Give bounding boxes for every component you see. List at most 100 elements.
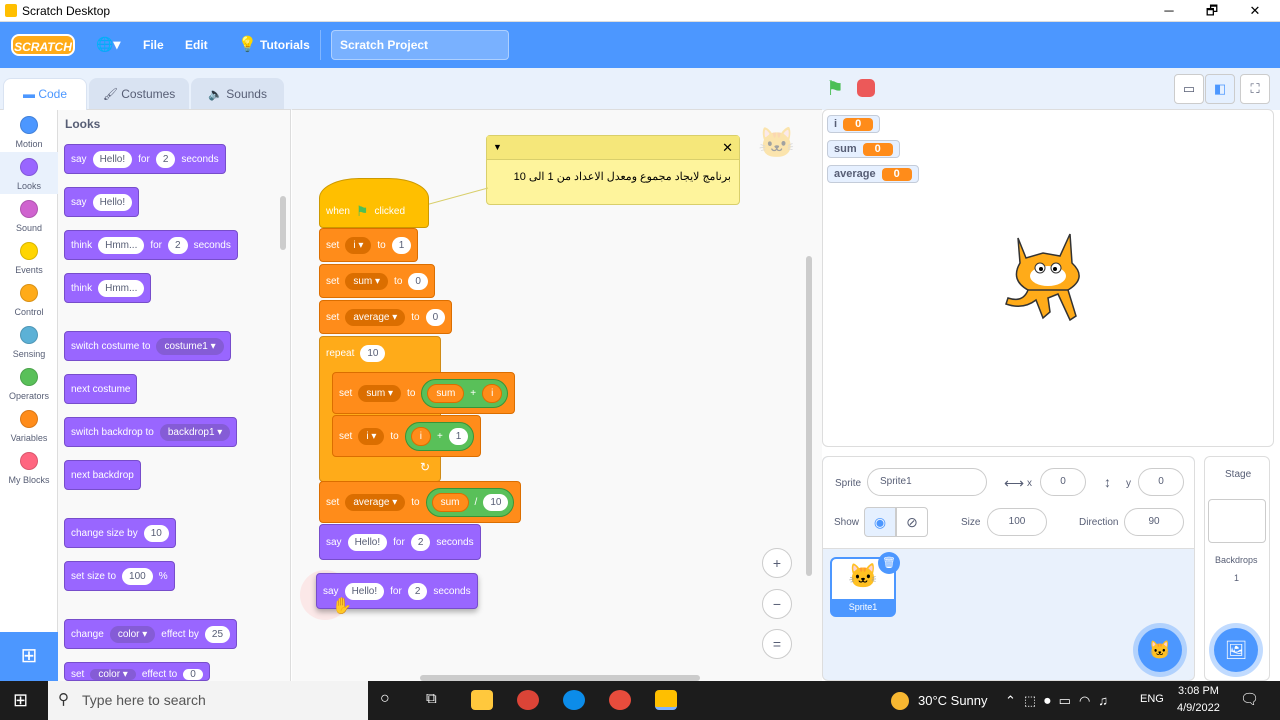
set-average-divide-block[interactable]: set average ▾ to sum / 10 — [319, 481, 522, 523]
category-looks[interactable]: Looks — [0, 152, 58, 194]
block-input[interactable]: 2 — [407, 582, 428, 600]
variable-dropdown[interactable]: sum ▾ — [345, 272, 389, 290]
stage-thumbnail[interactable] — [1208, 499, 1266, 543]
variable-dropdown[interactable]: sum ▾ — [358, 384, 402, 402]
set-size-block[interactable]: set size to 100% — [64, 561, 175, 591]
switch-backdrop-block[interactable]: switch backdrop to backdrop1 ▾ — [64, 417, 238, 447]
small-stage-icon[interactable]: ▭ — [1174, 74, 1204, 104]
maximize-button[interactable]: 🗗 — [1189, 0, 1235, 22]
block-input[interactable]: 10 — [483, 493, 509, 511]
chrome-icon[interactable] — [517, 690, 539, 710]
delete-sprite-icon[interactable]: 🗑 — [878, 552, 900, 574]
category-motion[interactable]: Motion — [0, 110, 58, 152]
cortana-icon[interactable]: ○ — [380, 690, 390, 708]
sum-reporter[interactable]: sum — [431, 492, 469, 512]
fullscreen-icon[interactable]: ⛶ — [1240, 74, 1270, 104]
language-indicator[interactable]: ENG — [1140, 693, 1164, 705]
category-events[interactable]: Events — [0, 236, 58, 278]
say-for-seconds-script-block[interactable]: say Hello! for 2 seconds — [319, 524, 481, 560]
block-input[interactable]: 2 — [168, 236, 188, 254]
direction-input[interactable]: 90 — [1124, 508, 1184, 536]
stop-icon[interactable] — [857, 79, 875, 97]
app-icon[interactable] — [609, 690, 631, 710]
say-block[interactable]: say Hello! — [64, 187, 140, 217]
project-title-input[interactable]: Scratch Project — [331, 30, 509, 60]
close-comment-icon[interactable]: ✕ — [722, 140, 733, 156]
i-reporter[interactable]: i — [482, 383, 503, 403]
palette-scrollbar[interactable] — [280, 196, 286, 250]
block-input[interactable]: 100 — [122, 567, 153, 585]
set-i-block[interactable]: set i ▾ to 1 — [319, 228, 419, 262]
category-control[interactable]: Control — [0, 278, 58, 320]
set-i-plus-one-block[interactable]: set i ▾ to i +1 — [332, 415, 482, 457]
file-menu[interactable]: File — [143, 38, 164, 52]
category-sound[interactable]: Sound — [0, 194, 58, 236]
variable-dropdown[interactable]: average ▾ — [345, 308, 406, 326]
green-flag-icon[interactable]: ⚑ — [826, 76, 844, 101]
change-size-block[interactable]: change size by 10 — [64, 518, 176, 548]
variable-dropdown[interactable]: average ▾ — [345, 493, 406, 511]
add-operator[interactable]: sum + i — [421, 378, 509, 408]
language-globe-icon[interactable]: 🌐▾ — [96, 36, 120, 53]
add-extension-button[interactable]: ⊞ — [0, 632, 58, 681]
sprite-name-input[interactable]: Sprite1 — [867, 468, 987, 496]
cat-sprite[interactable] — [998, 228, 1094, 328]
notification-icon[interactable]: 🗨 — [1240, 690, 1259, 708]
block-input[interactable]: Hmm... — [98, 236, 145, 254]
effect-dropdown[interactable]: color ▾ — [90, 669, 136, 680]
clock-date[interactable]: 4/9/2022 — [1177, 702, 1220, 714]
add-operator[interactable]: i +1 — [404, 421, 475, 451]
zoom-reset-button[interactable]: = — [762, 629, 792, 659]
next-backdrop-block[interactable]: next backdrop — [64, 460, 141, 490]
edit-menu[interactable]: Edit — [185, 38, 208, 52]
tab-sounds[interactable]: 🔈 Sounds — [191, 78, 284, 110]
block-input[interactable]: 1 — [391, 236, 412, 254]
clock-time[interactable]: 3:08 PM — [1178, 685, 1219, 697]
block-input[interactable]: 0 — [183, 669, 203, 680]
block-input[interactable]: 10 — [143, 524, 169, 542]
variable-dropdown[interactable]: i ▾ — [358, 427, 385, 445]
comment-header[interactable] — [487, 136, 739, 160]
close-button[interactable]: ✕ — [1232, 0, 1278, 22]
block-input[interactable]: Hello! — [347, 533, 388, 551]
change-effect-block[interactable]: change color ▾ effect by 25 — [64, 619, 238, 649]
windows-start-icon[interactable]: ⊞ — [13, 690, 28, 711]
comment-text[interactable]: برنامج لايجاد مجموع ومعدل الاعداد من 1 ا… — [495, 170, 731, 183]
block-input[interactable]: 10 — [360, 344, 386, 362]
say-for-seconds-block[interactable]: say Hello! for 2 seconds — [64, 144, 226, 174]
block-input[interactable]: 2 — [410, 533, 431, 551]
block-input[interactable]: 1 — [448, 427, 469, 445]
i-reporter[interactable]: i — [410, 426, 431, 446]
effect-dropdown[interactable]: color ▾ — [109, 625, 156, 643]
backdrop-dropdown[interactable]: backdrop1 ▾ — [159, 423, 231, 441]
minimize-button[interactable]: ─ — [1146, 0, 1192, 22]
category-my-blocks[interactable]: My Blocks — [0, 446, 58, 488]
think-block[interactable]: think Hmm... — [64, 273, 152, 303]
block-input[interactable]: 25 — [204, 625, 231, 643]
system-tray-icons[interactable]: ⌃⬚⏺▭◠♫ — [1005, 693, 1116, 709]
file-explorer-icon[interactable] — [471, 690, 493, 710]
edge-icon[interactable] — [563, 690, 585, 710]
next-costume-block[interactable]: next costume — [64, 374, 138, 404]
show-hidden-icon[interactable]: ⊘ — [896, 507, 928, 537]
collapse-icon[interactable]: ▼ — [493, 142, 502, 152]
sum-reporter[interactable]: sum — [427, 383, 465, 403]
divide-operator[interactable]: sum / 10 — [425, 487, 515, 517]
zoom-out-button[interactable]: − — [762, 589, 792, 619]
y-input[interactable]: 0 — [1138, 468, 1184, 496]
tab-code[interactable]: ▬ Code — [3, 78, 87, 110]
task-view-icon[interactable]: ⧉ — [426, 690, 437, 707]
block-input[interactable]: 0 — [408, 272, 428, 290]
taskbar-search-box[interactable]: Type here to search — [48, 681, 368, 720]
scratch-taskbar-icon[interactable] — [655, 690, 677, 710]
block-input[interactable]: 2 — [155, 150, 176, 168]
variable-dropdown[interactable]: i ▾ — [345, 236, 372, 254]
zoom-in-button[interactable]: + — [762, 548, 792, 578]
set-sum-block[interactable]: set sum ▾ to 0 — [319, 264, 435, 298]
weather-text[interactable]: 30°C Sunny — [918, 693, 988, 708]
switch-costume-block[interactable]: switch costume to costume1 ▾ — [64, 331, 231, 361]
scratch-logo[interactable]: SCRATCH — [11, 34, 75, 56]
block-input[interactable]: 0 — [425, 308, 446, 326]
think-for-seconds-block[interactable]: think Hmm... for 2 seconds — [64, 230, 238, 260]
block-input[interactable]: Hello! — [92, 150, 133, 168]
